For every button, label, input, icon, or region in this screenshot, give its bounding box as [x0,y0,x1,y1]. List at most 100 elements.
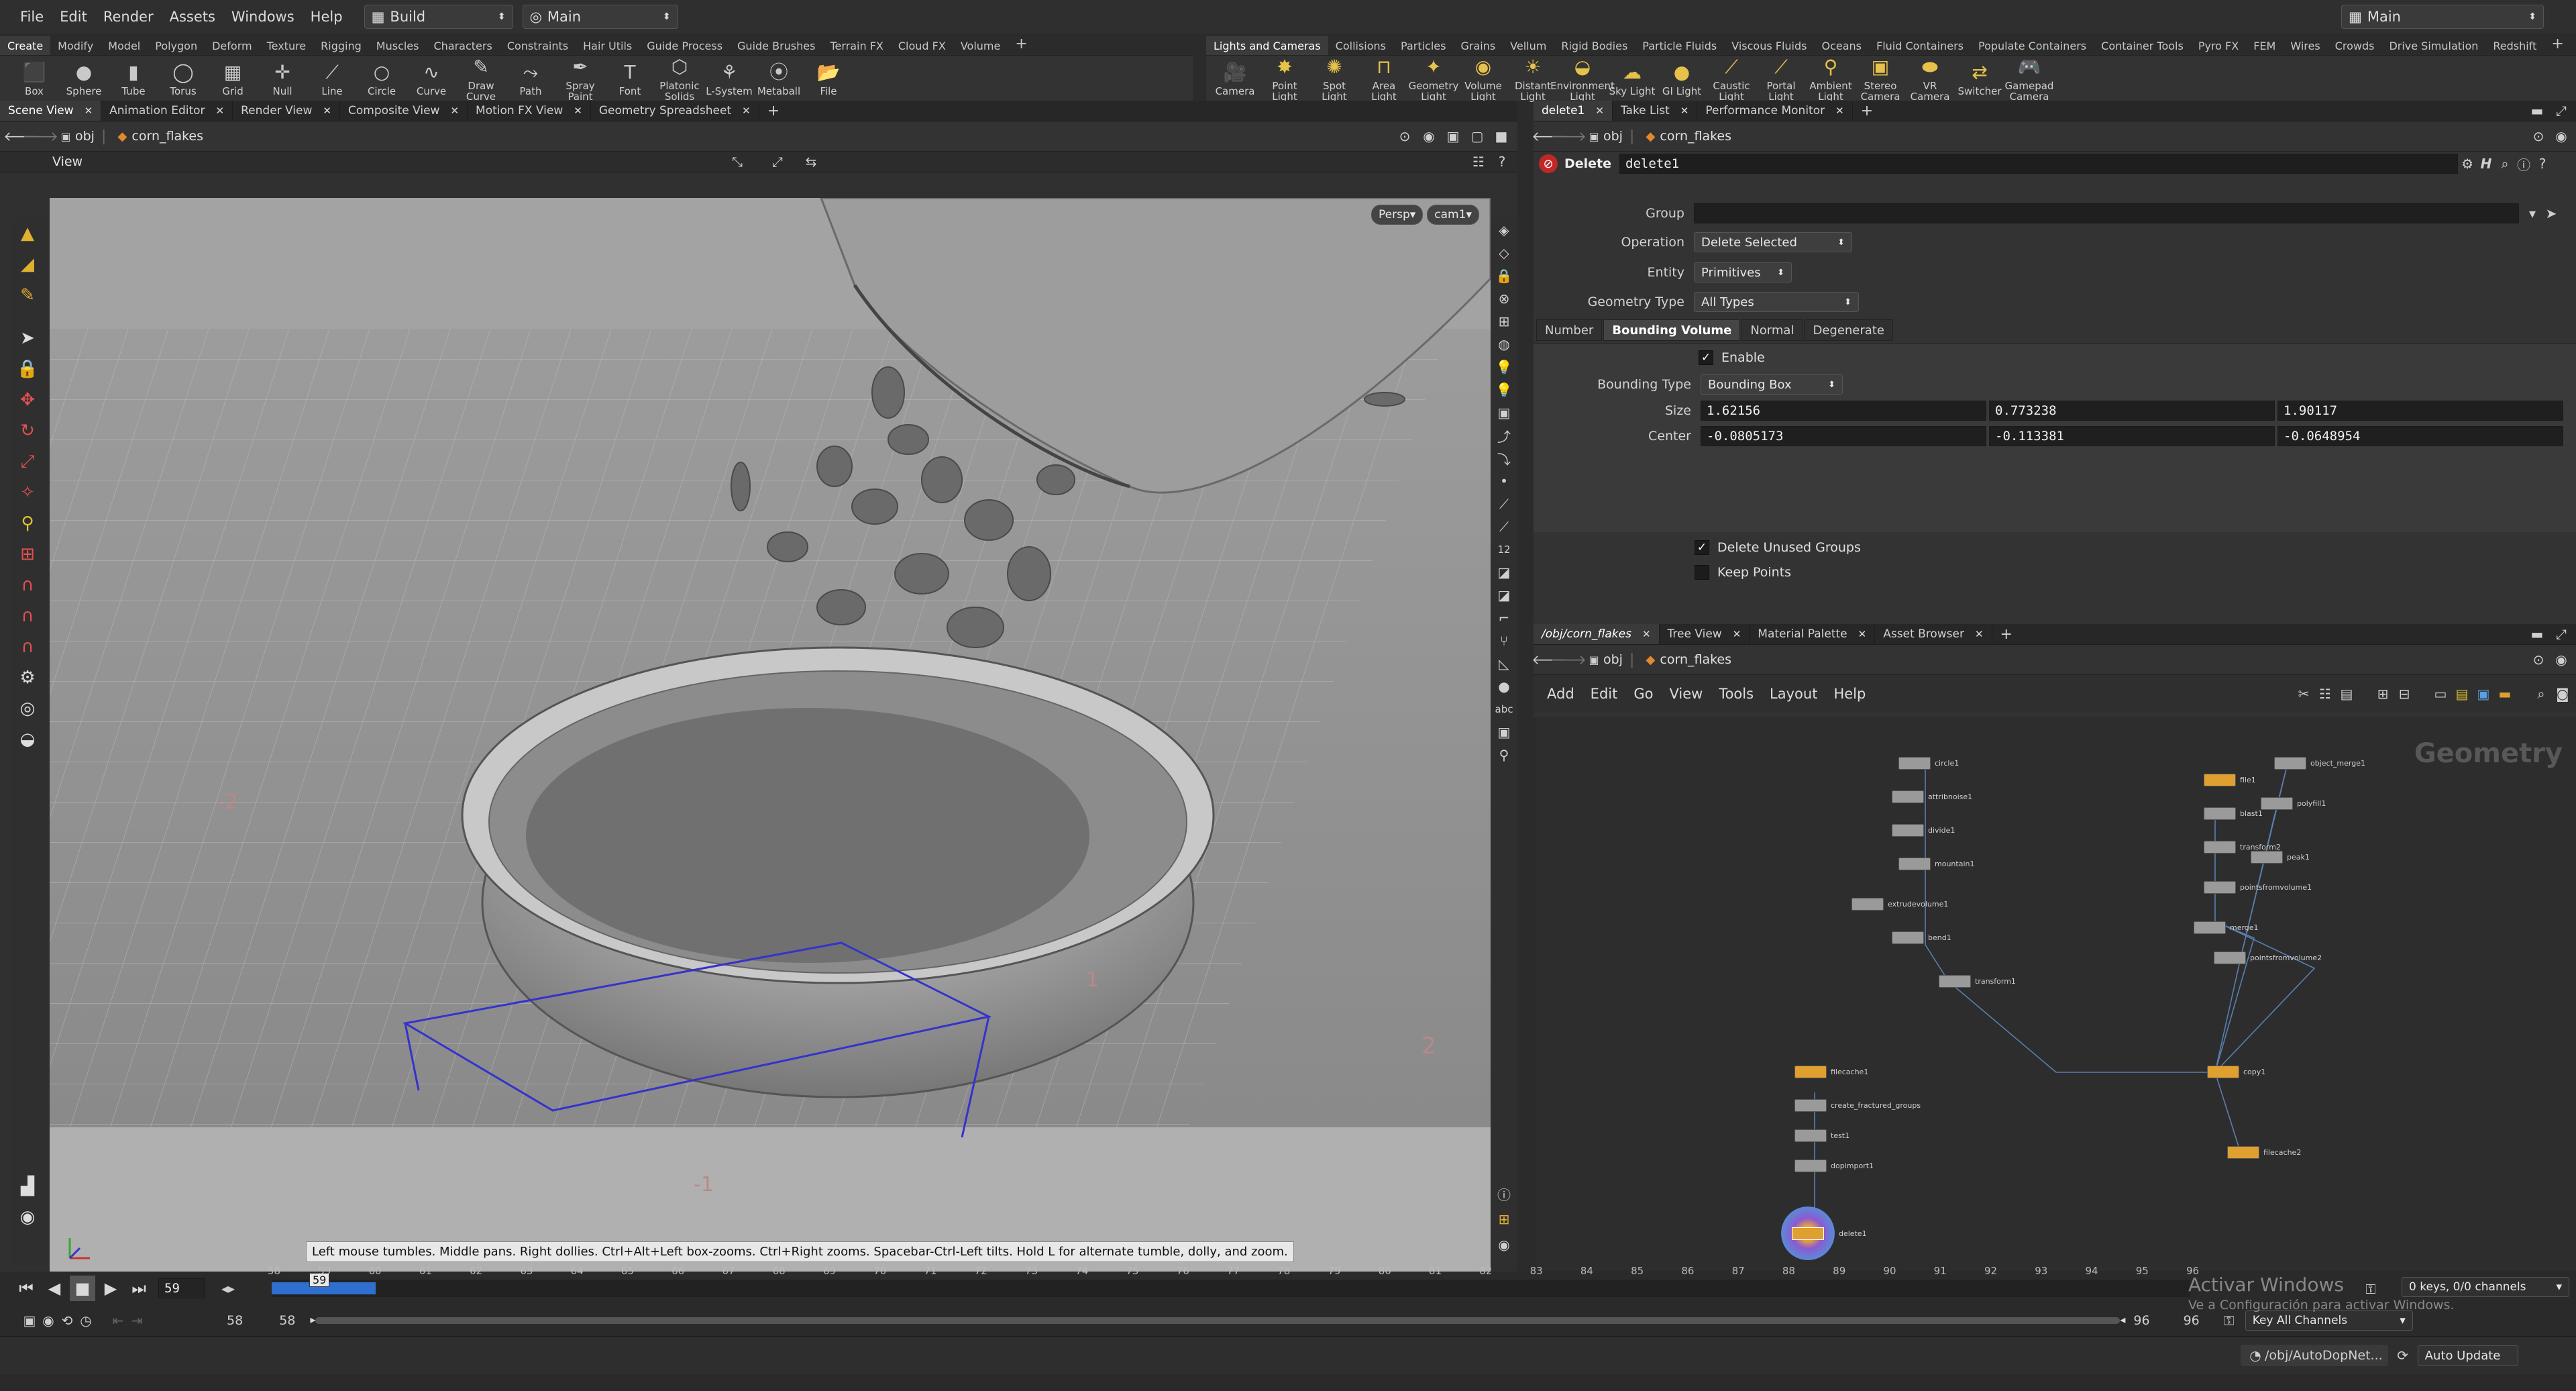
pin-icon[interactable]: ⊙ [2529,127,2548,146]
center-y-field[interactable]: -0.113381 [1989,426,2275,446]
shelf-tab[interactable]: Fluid Containers [1869,40,1971,55]
realtime-icon[interactable]: ▣ [20,1311,39,1330]
tab-obj-corn-flakes[interactable]: /obj/corn_flakes ✕ [1534,624,1660,644]
size-y-field[interactable]: 0.773238 [1989,401,2275,421]
shelf-tab[interactable]: Grains [1453,40,1503,55]
net-menu-tools[interactable]: Tools [1711,686,1762,702]
shelf-tab[interactable]: Particles [1393,40,1453,55]
network-node[interactable]: polyfill1 [2261,797,2326,810]
path-root[interactable]: ▣ obj [56,127,95,146]
layout-grid-icon[interactable]: ⊞ [1495,1210,1513,1229]
close-icon[interactable]: ✕ [1642,628,1651,640]
display-points-icon[interactable]: • [1495,472,1513,491]
add-tab-button[interactable]: + [759,101,788,121]
shelf-tab[interactable]: Modify [50,40,101,55]
link-icon[interactable]: ◉ [2552,127,2571,146]
network-node[interactable]: pointsfromvolume1 [2204,881,2312,894]
scale-tool-icon[interactable]: ⤢ [12,446,43,477]
image-icon[interactable]: ▣ [2474,684,2493,703]
network-node[interactable]: test1 [1794,1129,1849,1142]
3d-viewport[interactable]: -2 -1 1 2 Persp ▾ cam1 ▾ Left mouse tumble… [50,198,1491,1272]
network-node[interactable]: peak1 [2251,851,2310,864]
shelf-tool-torus[interactable]: ◯ Torus [158,60,208,97]
range-handle-right[interactable]: ◂ [2120,1313,2125,1326]
size-z-field[interactable]: 1.90117 [2277,401,2563,421]
add-shelf-button[interactable]: + [1008,36,1034,55]
shelf-tool-environment-light[interactable]: ◒ Environment Light [1550,55,1615,103]
network-node[interactable]: bend1 [1892,931,1951,944]
select-arrow-icon[interactable]: ➤ [2542,204,2561,223]
shelf-tab[interactable]: Muscles [369,40,427,55]
current-frame-field[interactable]: 59 [158,1278,205,1298]
select-mode-icon[interactable]: ⤡ [728,152,747,171]
menu-file[interactable]: File [12,9,52,25]
shelf-tool-sky-light[interactable]: ☁ Sky Light [1607,60,1657,97]
network-box-icon[interactable]: ▭ [2431,684,2450,703]
display-options-icon[interactable]: ☷ [1469,152,1488,171]
menu-help[interactable]: Help [303,9,351,25]
shelf-tool-circle[interactable]: ○ Circle [357,60,407,97]
handle-tool-icon[interactable]: ⚲ [12,508,43,539]
menu-assets[interactable]: Assets [162,9,223,25]
tab-performance-monitor[interactable]: Performance Monitor ✕ [1697,101,1853,121]
gear-icon[interactable]: ⚙ [2458,154,2477,173]
shelf-tab[interactable]: Viscous Fluids [1724,40,1814,55]
shelf-tool-camera[interactable]: 🎥 Camera [1210,60,1260,97]
shelf-tool-font[interactable]: T Font [605,60,655,97]
shelf-tool-tube[interactable]: ▮ Tube [109,60,158,97]
close-icon[interactable]: ✕ [1975,628,1984,640]
shelf-tool-switcher[interactable]: ⇄ Switcher [1955,60,2004,97]
enable-checkbox[interactable]: ✓ [1699,350,1713,365]
subtab-normal[interactable]: Normal [1741,319,1803,341]
shelf-tool-spray-paint[interactable]: ✒ Spray Paint [555,55,605,103]
network-node[interactable]: divide1 [1892,824,1955,837]
display-image-icon[interactable]: ▣ [1495,723,1513,741]
select-group-icon[interactable]: ⇆ [802,152,820,171]
display-tri-icon[interactable]: ◺ [1495,654,1513,673]
shelf-tab[interactable]: Redshift [2485,40,2544,55]
light-icon[interactable]: 💡 [1495,358,1513,376]
magnet2-icon[interactable]: ∩ [12,601,43,631]
info-icon[interactable]: ⓘ [1495,1184,1513,1203]
status-path[interactable]: ◔ /obj/AutoDopNet... [2241,1345,2388,1366]
close-icon[interactable]: ✕ [85,105,93,117]
thumbnail-icon[interactable]: ⊟ [2395,684,2414,703]
tab-geometry-spreadsheet[interactable]: Geometry Spreadsheet ✕ [591,101,759,121]
range-handle-left[interactable]: ▸ [310,1313,315,1326]
range-start[interactable]: 58 [227,1313,243,1328]
net-menu-layout[interactable]: Layout [1762,686,1825,702]
shelf-tab[interactable]: Vellum [1503,40,1554,55]
auto-update-menu[interactable]: Auto Update [2417,1345,2518,1366]
pane-menu-icon[interactable]: ▬ [2528,625,2546,643]
h-icon[interactable]: H [2477,154,2496,173]
subtab-number[interactable]: Number [1536,319,1603,341]
select-geo-icon[interactable]: ⤢ [768,152,787,171]
play-reverse-icon[interactable]: ◀ [42,1276,67,1301]
close-icon[interactable]: ✕ [742,105,751,117]
pane-expand-icon[interactable]: ⤢ [2552,625,2571,643]
help-icon[interactable]: ? [2533,154,2552,173]
shelf-tab[interactable]: Wires [2283,40,2327,55]
render-tool-icon[interactable]: ◒ [12,724,43,755]
skip-start-icon[interactable]: ⏮ [13,1276,39,1301]
shelf-tool-area-light[interactable]: ⊓ Area Light [1359,55,1409,103]
brush-tool-icon[interactable]: ▲ [12,218,43,249]
shelf-tool-point-light[interactable]: ✸ Point Light [1260,55,1309,103]
pin-icon[interactable]: ⊙ [2529,650,2548,669]
display-lit-icon[interactable]: ▣ [1495,403,1513,422]
add-tab-button[interactable]: + [1853,101,1881,121]
tab-motion-fx-view[interactable]: Motion FX View ✕ [468,101,591,121]
network-editor[interactable]: Geometry circle1 attribnoise1 divide1 mount… [1536,717,2576,1271]
loop-icon[interactable]: ⟲ [58,1311,76,1330]
lock-icon[interactable]: 🔒 [12,354,43,384]
shelf-tool-curve[interactable]: ∿ Curve [407,60,456,97]
eye-icon[interactable]: ◉ [1495,1235,1513,1254]
right-desktop-selector[interactable]: ▦ Main ⬍ [2341,5,2544,29]
close-icon[interactable]: ✕ [323,105,331,117]
pose-tool-icon[interactable]: ✧ [12,477,43,508]
shelf-tab[interactable]: Model [101,40,148,55]
light-2-icon[interactable]: 💡 [1495,380,1513,399]
keyframe-icon[interactable]: ⚿ [2361,1280,2380,1298]
network-node[interactable]: extrudevolume1 [1851,898,1948,911]
shelf-tool-lsystem[interactable]: ⚘ L-System [704,60,754,97]
